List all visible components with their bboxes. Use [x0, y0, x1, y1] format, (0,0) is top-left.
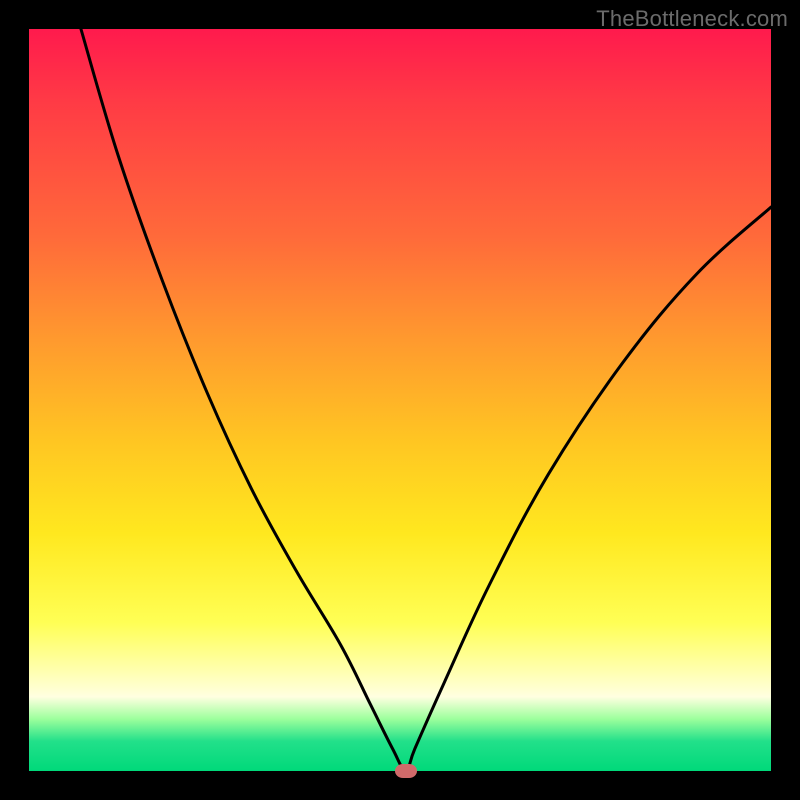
chart-frame: TheBottleneck.com — [0, 0, 800, 800]
optimal-point-marker — [395, 764, 417, 778]
bottleneck-curve — [29, 29, 771, 771]
plot-area — [29, 29, 771, 771]
